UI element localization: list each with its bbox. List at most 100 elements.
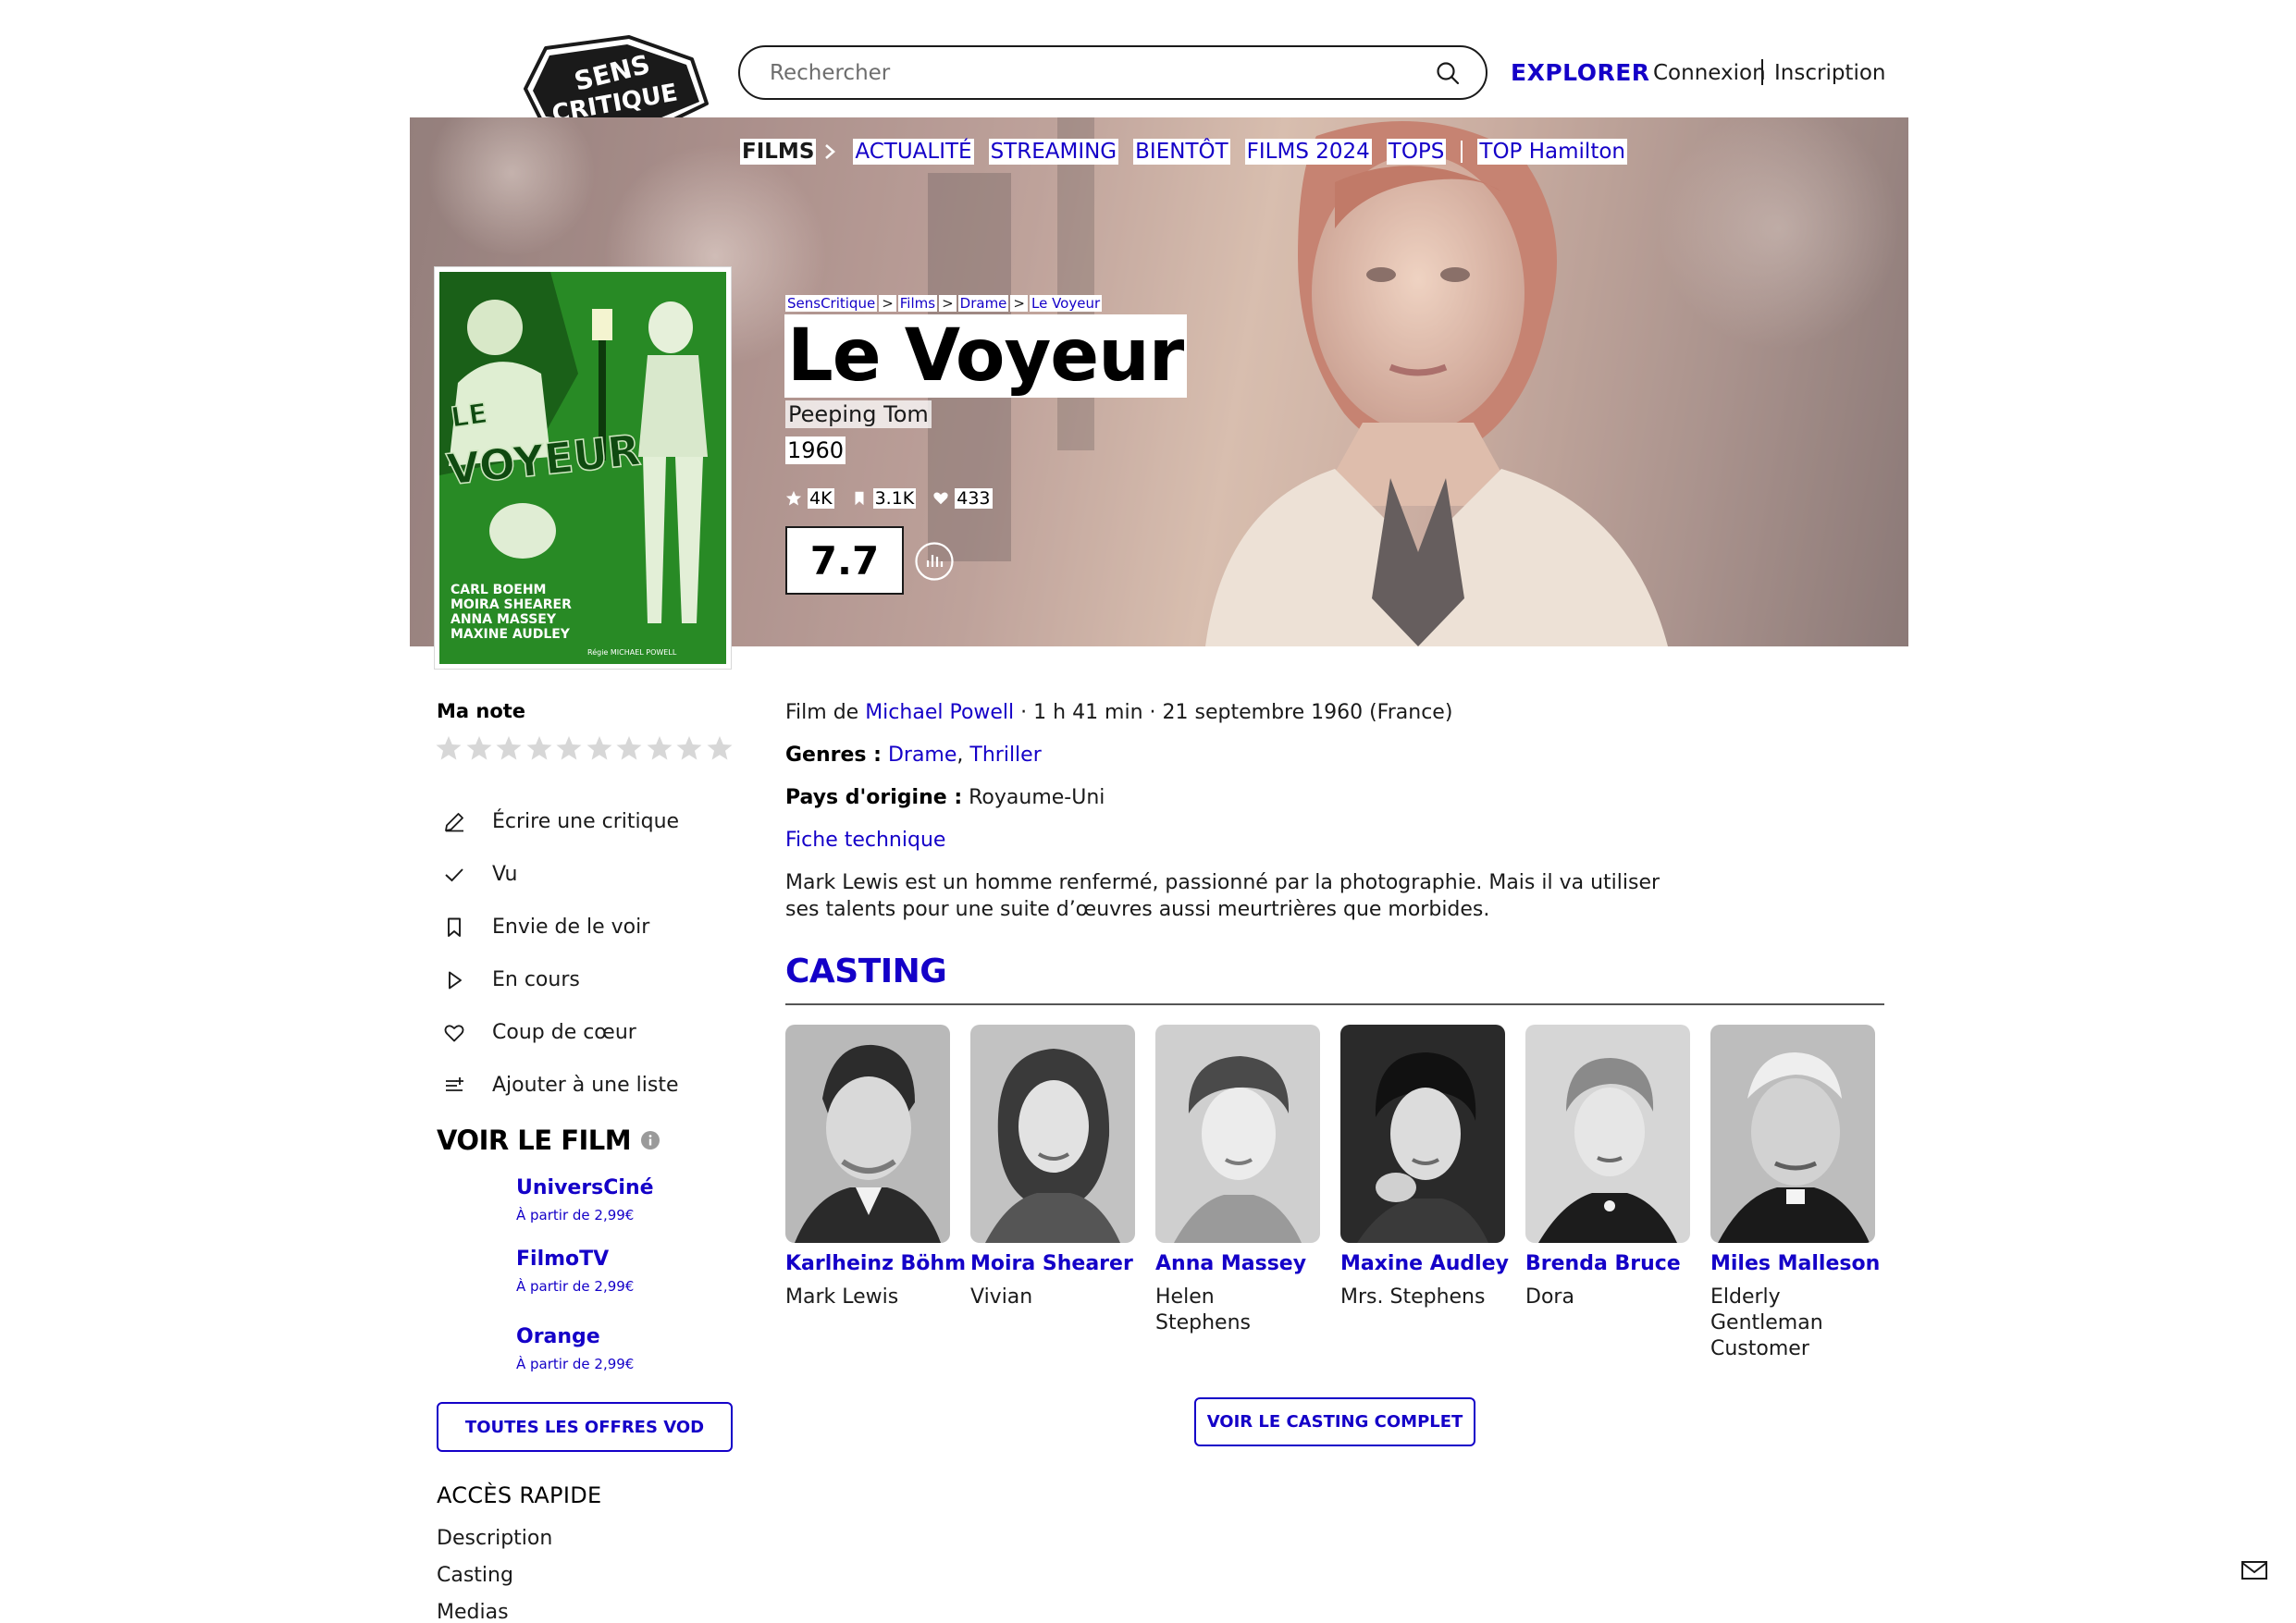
cast-portrait-image	[1155, 1025, 1320, 1243]
action-label: Ajouter à une liste	[492, 1074, 679, 1097]
actor-name[interactable]: Anna Massey	[1155, 1252, 1322, 1275]
quick-link-description[interactable]: Description	[437, 1527, 552, 1550]
cast-portrait-image	[1710, 1025, 1875, 1243]
svg-text:LE: LE	[449, 398, 489, 435]
nav-films-2024[interactable]: FILMS 2024	[1244, 139, 1372, 165]
signup-link[interactable]: Inscription	[1774, 61, 1886, 85]
actor-name[interactable]: Brenda Bruce	[1525, 1252, 1692, 1275]
actor-name[interactable]: Miles Malleson	[1710, 1252, 1880, 1275]
rating-star-4[interactable]	[525, 734, 553, 762]
action-add-to-list[interactable]: Ajouter à une liste	[442, 1059, 679, 1112]
wishlist-count-value: 3.1K	[872, 488, 917, 509]
bookmark-icon	[855, 491, 864, 506]
actor-name[interactable]: Karlheinz Böhm	[785, 1252, 966, 1275]
technical-sheet-link[interactable]: Fiche technique	[785, 829, 945, 852]
rating-star-2[interactable]	[465, 734, 493, 762]
genre-drame-link[interactable]: Drame	[888, 744, 957, 767]
rating-distribution-icon[interactable]	[914, 541, 955, 582]
cast-portrait-image	[1525, 1025, 1690, 1243]
vod-filmotv[interactable]: FilmoTV À partir de 2,99€	[516, 1248, 634, 1295]
quick-link-medias[interactable]: Medias	[437, 1601, 509, 1623]
vod-universcine[interactable]: UniversCiné À partir de 2,99€	[516, 1176, 654, 1223]
main-nav: FILMS ACTUALITÉ STREAMING BIENTÔT FILMS …	[740, 137, 1642, 166]
director-link[interactable]: Michael Powell	[865, 701, 1014, 724]
character-name: Vivian	[970, 1285, 1033, 1309]
rating-star-3[interactable]	[495, 734, 523, 762]
rating-stars[interactable]	[435, 734, 735, 762]
breadcrumb: SensCritique > Films > Drame > Le Voyeur	[785, 295, 1103, 312]
rating-star-9[interactable]	[675, 734, 703, 762]
cast-photo[interactable]	[1340, 1025, 1505, 1243]
favorites-count-value: 433	[955, 488, 993, 509]
rating-star-8[interactable]	[646, 734, 673, 762]
rating-star-10[interactable]	[706, 734, 734, 762]
nav-divider	[1461, 141, 1463, 163]
cast-photo[interactable]	[785, 1025, 950, 1243]
rating-star-5[interactable]	[555, 734, 583, 762]
nav-streaming[interactable]: STREAMING	[988, 139, 1119, 165]
quick-link-casting[interactable]: Casting	[437, 1564, 513, 1587]
cast-card[interactable]: Moira Shearer Vivian	[970, 1025, 1137, 1310]
search-bar[interactable]	[738, 45, 1487, 100]
action-favorite[interactable]: Coup de cœur	[442, 1006, 679, 1059]
actor-name[interactable]: Moira Shearer	[970, 1252, 1137, 1275]
search-input[interactable]	[770, 60, 1434, 85]
cast-photo[interactable]	[1525, 1025, 1690, 1243]
nav-bientot[interactable]: BIENTÔT	[1133, 139, 1230, 165]
explorer-link[interactable]: EXPLORER	[1511, 59, 1650, 86]
actor-name[interactable]: Maxine Audley	[1340, 1252, 1509, 1275]
rating-star-7[interactable]	[615, 734, 643, 762]
nav-top-hamilton[interactable]: TOP Hamilton	[1477, 139, 1627, 165]
country-label: Pays d'origine :	[785, 786, 963, 809]
cast-photo[interactable]	[1155, 1025, 1320, 1243]
character-name: Helen Stephens	[1155, 1285, 1251, 1334]
login-link[interactable]: Connexion	[1653, 61, 1766, 85]
cast-card[interactable]: Brenda Bruce Dora	[1525, 1025, 1692, 1310]
action-wishlist[interactable]: Envie de le voir	[442, 901, 679, 953]
svg-text:MOIRA SHEARER: MOIRA SHEARER	[451, 597, 572, 612]
action-label: Envie de le voir	[492, 916, 650, 939]
cast-card[interactable]: Karlheinz Böhm Mark Lewis	[785, 1025, 966, 1310]
full-casting-button[interactable]: VOIR LE CASTING COMPLET	[1194, 1397, 1475, 1446]
info-icon[interactable]	[640, 1130, 660, 1150]
mail-icon[interactable]	[2240, 1559, 2268, 1581]
ratings-count-value: 4K	[808, 488, 834, 509]
heart-icon	[444, 1024, 464, 1041]
wishlist-count: 3.1K	[851, 488, 917, 509]
rating-star-6[interactable]	[586, 734, 613, 762]
auth-divider	[1761, 59, 1763, 85]
bookmark-icon	[448, 917, 461, 937]
all-vod-offers-button[interactable]: TOUTES LES OFFRES VOD	[437, 1402, 733, 1452]
breadcrumb-separator: >	[939, 295, 957, 312]
film-credits: Film de Michael Powell · 1 h 41 min · 21…	[785, 701, 1452, 724]
cast-photo[interactable]	[1710, 1025, 1875, 1243]
action-in-progress[interactable]: En cours	[442, 953, 679, 1006]
character-name: Mark Lewis	[785, 1285, 899, 1309]
vod-price: À partir de 2,99€	[516, 1356, 635, 1372]
search-icon[interactable]	[1434, 59, 1462, 87]
my-rating-label: Ma note	[437, 700, 526, 722]
vod-orange[interactable]: Orange À partir de 2,99€	[516, 1325, 634, 1372]
nav-actualite[interactable]: ACTUALITÉ	[853, 139, 974, 165]
action-seen[interactable]: Vu	[442, 848, 679, 901]
cast-photo[interactable]	[970, 1025, 1135, 1243]
cast-card[interactable]: Maxine Audley Mrs. Stephens	[1340, 1025, 1509, 1310]
nav-tops[interactable]: TOPS	[1386, 139, 1447, 165]
rating-star-1[interactable]	[435, 734, 463, 762]
film-poster[interactable]: LE VOYEUR CARL BOEHM MOIRA SHEARER ANNA …	[435, 267, 731, 669]
cast-portrait-image	[970, 1025, 1135, 1243]
breadcrumb-current[interactable]: Le Voyeur	[1029, 295, 1103, 312]
breadcrumb-drame[interactable]: Drame	[957, 295, 1009, 312]
action-write-review[interactable]: Écrire une critique	[442, 795, 679, 848]
nav-films[interactable]: FILMS	[740, 139, 817, 165]
cast-card[interactable]: Anna Massey Helen Stephens	[1155, 1025, 1322, 1336]
cast-card[interactable]: Miles Malleson Elderly Gentleman Custome…	[1710, 1025, 1880, 1362]
watch-section-title: VOIR LE FILM	[437, 1125, 660, 1156]
casting-divider	[785, 1003, 1884, 1005]
breadcrumb-films[interactable]: Films	[897, 295, 938, 312]
genre-thriller-link[interactable]: Thriller	[969, 744, 1041, 767]
breadcrumb-senscritique[interactable]: SensCritique	[785, 295, 878, 312]
action-label: Vu	[492, 863, 518, 886]
svg-text:Régie MICHAEL POWELL: Régie MICHAEL POWELL	[587, 647, 677, 657]
character-name: Mrs. Stephens	[1340, 1285, 1486, 1309]
